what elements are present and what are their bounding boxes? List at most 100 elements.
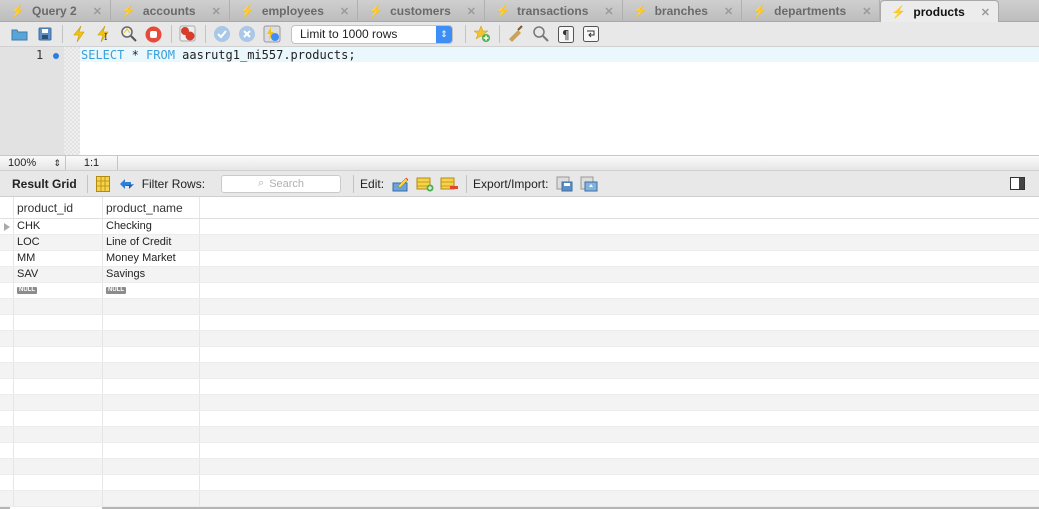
delete-row-icon[interactable] <box>440 176 459 192</box>
cell-product-id[interactable] <box>14 491 103 506</box>
tab-branches[interactable]: ⚡ branches ✕ <box>623 0 743 22</box>
row-header-cell[interactable] <box>0 411 14 426</box>
close-tab-icon[interactable]: ✕ <box>724 5 733 18</box>
import-icon[interactable] <box>580 176 598 192</box>
limit-rows-select[interactable]: Limit to 1000 rows ⇕ <box>291 24 453 44</box>
cell-product-id[interactable] <box>14 395 103 410</box>
cell-product-id[interactable]: NULL <box>14 283 103 298</box>
sql-editor[interactable]: 1 SELECT * FROM aasrutg1_mi557.products; <box>0 46 1039 156</box>
zoom-level-select[interactable]: 100% ⇕ <box>0 155 66 171</box>
tab-accounts[interactable]: ⚡ accounts ✕ <box>111 0 230 22</box>
cell-product-id[interactable]: SAV <box>14 267 103 282</box>
stop-icon[interactable] <box>144 25 163 43</box>
cell-product-id[interactable] <box>14 443 103 458</box>
cell-product-name[interactable]: Checking <box>103 219 200 234</box>
row-header-cell[interactable] <box>0 267 14 282</box>
close-tab-icon[interactable]: ✕ <box>93 5 102 18</box>
row-header-cell[interactable] <box>0 475 14 490</box>
row-header-cell[interactable] <box>0 283 14 298</box>
cell-product-name[interactable] <box>103 299 200 314</box>
cell-product-name[interactable] <box>103 331 200 346</box>
execute-current-icon[interactable]: I <box>94 25 113 43</box>
add-snippet-icon[interactable] <box>472 25 491 43</box>
cell-product-name[interactable] <box>103 427 200 442</box>
row-header-cell[interactable] <box>0 363 14 378</box>
cell-product-id[interactable] <box>14 475 103 490</box>
cell-product-name[interactable] <box>103 411 200 426</box>
cell-product-id[interactable] <box>14 299 103 314</box>
invisible-chars-icon[interactable]: ¶ <box>556 25 575 43</box>
cell-product-id[interactable] <box>14 411 103 426</box>
table-row[interactable] <box>0 299 1039 315</box>
autocommit-icon[interactable] <box>262 25 281 43</box>
filter-search-input[interactable]: ⌕ Search <box>221 174 342 193</box>
row-header-cell[interactable] <box>0 235 14 250</box>
export-icon[interactable] <box>556 176 574 192</box>
table-row[interactable] <box>0 459 1039 475</box>
cell-product-id[interactable] <box>14 331 103 346</box>
cell-product-id[interactable] <box>14 379 103 394</box>
result-grid[interactable]: product_id product_name CHK Checking LOC Li… <box>0 197 1039 509</box>
close-tab-icon[interactable]: ✕ <box>981 6 990 19</box>
tab-customers[interactable]: ⚡ customers ✕ <box>358 0 486 22</box>
column-header-product-name[interactable]: product_name <box>103 197 200 218</box>
grid-layout-icon[interactable] <box>94 175 112 192</box>
cell-product-name[interactable] <box>103 347 200 362</box>
cell-product-id[interactable] <box>14 347 103 362</box>
beautify-icon[interactable] <box>506 25 525 43</box>
table-row[interactable]: SAV Savings <box>0 267 1039 283</box>
cell-product-id[interactable] <box>14 315 103 330</box>
table-row[interactable] <box>0 427 1039 443</box>
cell-product-name[interactable] <box>103 315 200 330</box>
add-row-icon[interactable] <box>416 176 434 192</box>
table-row[interactable] <box>0 363 1039 379</box>
edit-row-icon[interactable] <box>392 176 410 192</box>
find-icon[interactable] <box>531 25 550 43</box>
cell-product-id[interactable]: CHK <box>14 219 103 234</box>
table-row[interactable]: NULL NULL <box>0 283 1039 299</box>
cell-product-name[interactable] <box>103 459 200 474</box>
rollback-icon[interactable] <box>237 25 256 43</box>
sql-code-line[interactable]: SELECT * FROM aasrutg1_mi557.products; <box>81 48 356 62</box>
cell-product-name[interactable]: Savings <box>103 267 200 282</box>
tab-departments[interactable]: ⚡ departments ✕ <box>742 0 881 22</box>
refresh-icon[interactable] <box>118 176 136 192</box>
tab-products[interactable]: ⚡ products ✕ <box>880 0 999 23</box>
cell-product-id[interactable] <box>14 459 103 474</box>
row-header-cell[interactable] <box>0 395 14 410</box>
row-header-cell[interactable] <box>0 347 14 362</box>
cell-product-id[interactable] <box>14 363 103 378</box>
execute-icon[interactable] <box>69 25 88 43</box>
tab-transactions[interactable]: ⚡ transactions ✕ <box>485 0 623 22</box>
table-row[interactable] <box>0 411 1039 427</box>
row-header-cell[interactable] <box>0 491 14 506</box>
close-tab-icon[interactable]: ✕ <box>340 5 349 18</box>
cell-product-name[interactable] <box>103 475 200 490</box>
close-tab-icon[interactable]: ✕ <box>604 5 613 18</box>
tab-query-2[interactable]: ⚡ Query 2 ✕ <box>0 0 111 22</box>
cell-product-id[interactable] <box>14 427 103 442</box>
table-row[interactable] <box>0 475 1039 491</box>
close-tab-icon[interactable]: ✕ <box>862 5 871 18</box>
cell-product-name[interactable] <box>103 363 200 378</box>
row-header-cell[interactable] <box>0 299 14 314</box>
cell-product-id[interactable]: LOC <box>14 235 103 250</box>
cell-product-name[interactable]: Line of Credit <box>103 235 200 250</box>
table-row[interactable] <box>0 395 1039 411</box>
cell-product-name[interactable] <box>103 491 200 506</box>
table-row[interactable]: LOC Line of Credit <box>0 235 1039 251</box>
table-row[interactable] <box>0 347 1039 363</box>
table-row[interactable]: MM Money Market <box>0 251 1039 267</box>
tab-employees[interactable]: ⚡ employees ✕ <box>230 0 359 22</box>
row-header-cell[interactable] <box>0 443 14 458</box>
row-header-cell[interactable] <box>0 251 14 266</box>
table-row[interactable] <box>0 443 1039 459</box>
table-row[interactable]: CHK Checking <box>0 219 1039 235</box>
cell-product-name[interactable] <box>103 395 200 410</box>
explain-icon[interactable] <box>119 25 138 43</box>
row-header-cell[interactable] <box>0 219 14 234</box>
table-row[interactable] <box>0 491 1039 507</box>
cell-product-name[interactable]: NULL <box>103 283 200 298</box>
toggle-sidebar-icon[interactable] <box>1009 176 1025 192</box>
close-tab-icon[interactable]: ✕ <box>212 5 221 18</box>
